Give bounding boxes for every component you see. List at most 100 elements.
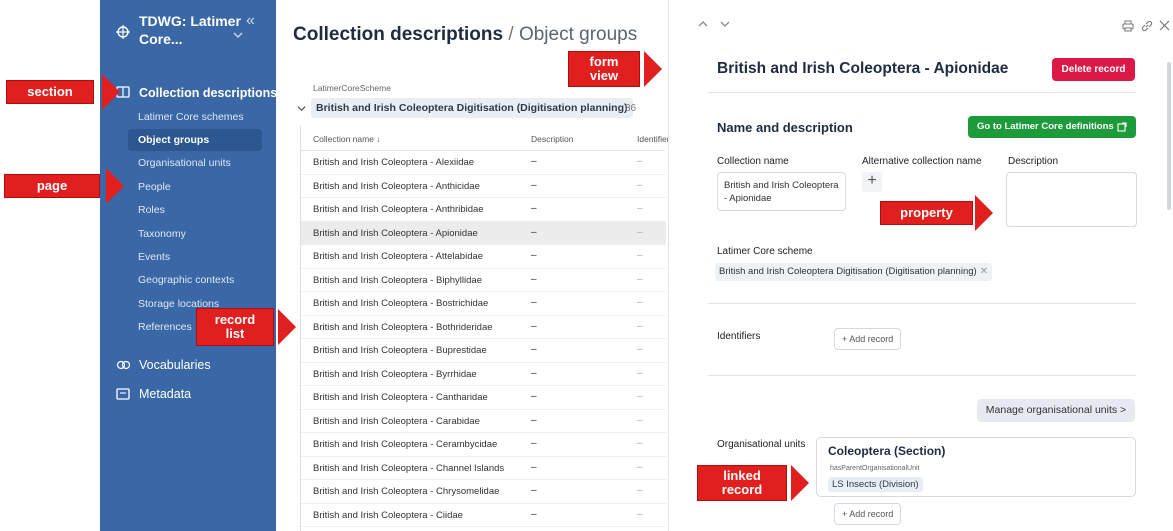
cell-identifiers: – bbox=[637, 344, 643, 355]
section-metadata[interactable]: Metadata bbox=[139, 387, 191, 401]
collapse-sidebar-icon[interactable]: « bbox=[246, 12, 255, 30]
section-vocabularies[interactable]: Vocabularies bbox=[139, 358, 211, 372]
cell-collection-name: British and Irish Coleoptera - Ciidae bbox=[313, 509, 463, 521]
table-row[interactable]: British and Irish Coleoptera - Ciidae – – bbox=[301, 504, 666, 527]
next-record-icon[interactable] bbox=[720, 20, 730, 28]
table-row[interactable]: British and Irish Coleoptera - Attelabid… bbox=[301, 245, 666, 269]
callout-arrow bbox=[102, 74, 120, 110]
cell-collection-name: British and Irish Coleoptera - Cerambyci… bbox=[313, 439, 498, 450]
divider bbox=[708, 92, 1136, 93]
cell-description: – bbox=[531, 508, 537, 520]
chevron-down-icon[interactable] bbox=[233, 30, 243, 40]
table-row[interactable]: British and Irish Coleoptera - Bothrider… bbox=[301, 316, 666, 339]
page-title: Collection descriptions / Object groups bbox=[293, 24, 637, 46]
vocabularies-icon bbox=[116, 360, 130, 370]
add-alternative-name-button[interactable]: + bbox=[862, 172, 882, 192]
cell-collection-name: British and Irish Coleoptera - Attelabid… bbox=[313, 251, 484, 262]
previous-record-icon[interactable] bbox=[698, 20, 708, 28]
callout-property-label: property bbox=[880, 201, 973, 225]
group-chevron-down-icon[interactable] bbox=[297, 104, 306, 113]
callout-page-label: page bbox=[4, 174, 100, 198]
sidebar-item-taxonomy[interactable]: Taxonomy bbox=[128, 223, 262, 245]
cell-collection-name: British and Irish Coleoptera - Anthribid… bbox=[313, 204, 484, 215]
record-title: British and Irish Coleoptera - Apionidae bbox=[717, 60, 1009, 77]
close-icon[interactable] bbox=[1159, 20, 1170, 31]
description-field[interactable] bbox=[1006, 172, 1137, 227]
page-title-main: Collection descriptions bbox=[293, 24, 504, 45]
column-header-collection-name[interactable]: Collection name ↓ bbox=[313, 134, 381, 144]
table-row[interactable]: British and Irish Coleoptera - Anthicida… bbox=[301, 175, 666, 198]
callout-section: section bbox=[6, 74, 122, 110]
table-row[interactable]: British and Irish Coleoptera - Apionidae… bbox=[301, 221, 666, 245]
delete-record-button[interactable]: Delete record bbox=[1052, 58, 1135, 81]
table-row[interactable]: British and Irish Coleoptera - Biphyllid… bbox=[301, 269, 666, 292]
cell-collection-name: British and Irish Coleoptera - Bothrider… bbox=[313, 321, 493, 333]
identifiers-label: Identifiers bbox=[717, 331, 761, 342]
cell-identifiers: – bbox=[637, 508, 643, 520]
cell-description: – bbox=[531, 344, 537, 355]
add-organisational-unit-button[interactable]: + Add record bbox=[834, 503, 902, 525]
cell-description: – bbox=[531, 438, 537, 449]
table-row[interactable]: British and Irish Coleoptera - Anthribid… bbox=[301, 198, 666, 222]
table-row[interactable]: British and Irish Coleoptera - Carabidae… bbox=[301, 410, 666, 433]
cell-description: – bbox=[531, 367, 537, 379]
linked-record-title[interactable]: Coleoptera (Section) bbox=[828, 444, 945, 458]
sidebar-item-object-groups[interactable]: Object groups bbox=[128, 129, 262, 151]
go-to-definitions-button[interactable]: Go to Latimer Core definitions bbox=[968, 116, 1136, 138]
table-row[interactable]: British and Irish Coleoptera - Bostrichi… bbox=[301, 292, 666, 316]
scheme-tag[interactable]: British and Irish Coleoptera Digitisatio… bbox=[715, 263, 993, 281]
cell-collection-name: British and Irish Coleoptera - Carabidae bbox=[313, 415, 480, 427]
link-icon[interactable] bbox=[1141, 20, 1153, 32]
sidebar-item-people[interactable]: People bbox=[128, 176, 262, 198]
breadcrumb-separator: / bbox=[508, 24, 514, 45]
scheme-caption: LatimerCoreScheme bbox=[313, 83, 391, 93]
group-header[interactable]: British and Irish Coleoptera Digitisatio… bbox=[311, 98, 633, 118]
cell-collection-name: British and Irish Coleoptera - Channel I… bbox=[313, 462, 505, 474]
cell-identifiers: – bbox=[637, 179, 643, 191]
cell-identifiers: – bbox=[637, 438, 643, 449]
cell-description: – bbox=[531, 203, 537, 214]
cell-description: – bbox=[531, 179, 537, 191]
metadata-icon bbox=[116, 388, 130, 400]
table-row[interactable]: British and Irish Coleoptera - Channel I… bbox=[301, 457, 666, 480]
add-identifier-button[interactable]: + Add record bbox=[834, 328, 902, 350]
sidebar-item-latimer-core-schemes[interactable]: Latimer Core schemes bbox=[128, 106, 262, 128]
print-icon[interactable] bbox=[1122, 20, 1134, 32]
workspace-title[interactable]: TDWG: Latimer Core... bbox=[139, 12, 243, 48]
collection-name-field[interactable]: British and Irish Coleoptera - Apionidae bbox=[717, 172, 846, 211]
cell-identifiers: – bbox=[637, 461, 643, 473]
group-count: 86 bbox=[625, 103, 637, 114]
callout-record-list-label: record list bbox=[196, 308, 274, 346]
sidebar-item-geographic-contexts[interactable]: Geographic contexts bbox=[128, 269, 262, 291]
sidebar-item-organisational-units[interactable]: Organisational units bbox=[128, 152, 262, 174]
cell-identifiers: – bbox=[637, 320, 643, 332]
column-header-description[interactable]: Description bbox=[531, 134, 574, 144]
organisational-units-label: Organisational units bbox=[717, 439, 806, 450]
callout-linked-record-label: linked record bbox=[697, 465, 787, 501]
cell-identifiers: – bbox=[637, 226, 643, 238]
linked-record-parent[interactable]: LS Insects (Division) bbox=[828, 477, 923, 492]
table-row[interactable]: British and Irish Coleoptera - Chrysomel… bbox=[301, 480, 666, 504]
table-row[interactable]: British and Irish Coleoptera - Byrrhidae… bbox=[301, 363, 666, 386]
cell-collection-name: British and Irish Coleoptera - Byrrhidae bbox=[313, 368, 477, 380]
remove-scheme-icon[interactable]: ✕ bbox=[980, 266, 988, 277]
table-row[interactable]: British and Irish Coleoptera - Alexiidae… bbox=[301, 151, 666, 175]
page-subtitle: Object groups bbox=[518, 24, 638, 45]
cell-description: – bbox=[531, 226, 537, 238]
table-row[interactable]: British and Irish Coleoptera - Cerambyci… bbox=[301, 433, 666, 457]
sidebar-item-roles[interactable]: Roles bbox=[128, 199, 262, 221]
section-collection-descriptions[interactable]: Collection descriptions bbox=[139, 86, 277, 100]
table-row[interactable]: British and Irish Coleoptera - Cantharid… bbox=[301, 386, 666, 410]
table-row[interactable]: British and Irish Coleoptera - Buprestid… bbox=[301, 339, 666, 363]
callout-page: page bbox=[4, 168, 126, 204]
callout-arrow bbox=[278, 309, 296, 345]
cell-collection-name: British and Irish Coleoptera - Anthicida… bbox=[313, 180, 480, 192]
scrollbar[interactable] bbox=[1167, 62, 1171, 210]
cell-description: – bbox=[531, 156, 537, 167]
sidebar-item-events[interactable]: Events bbox=[128, 246, 262, 268]
manage-organisational-units-button[interactable]: Manage organisational units > bbox=[977, 399, 1135, 422]
linked-record-relation: hasParentOrganisationalUnit bbox=[830, 465, 920, 472]
divider bbox=[708, 375, 1136, 376]
callout-form-view: form view bbox=[568, 51, 663, 87]
go-to-definitions-label: Go to Latimer Core definitions bbox=[977, 121, 1114, 132]
